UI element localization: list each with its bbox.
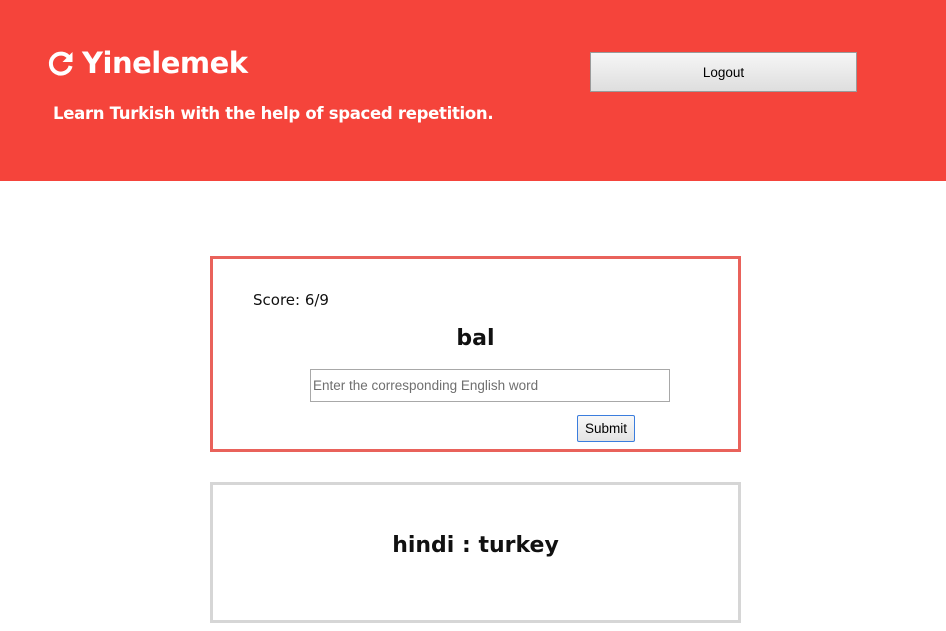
brand: Yinelemek (47, 43, 248, 83)
app-header: Yinelemek Learn Turkish with the help of… (0, 0, 946, 181)
quiz-card: Score: 6/9 bal Submit (210, 256, 741, 452)
turkish-word: bal (456, 326, 495, 351)
tagline: Learn Turkish with the help of spaced re… (53, 104, 494, 123)
logout-button[interactable]: Logout (590, 52, 857, 92)
result-text: hindi : turkey (392, 533, 559, 558)
app-title: Yinelemek (82, 46, 248, 80)
score-text: Score: 6/9 (253, 291, 329, 309)
answer-input[interactable] (310, 369, 670, 402)
result-card: hindi : turkey (210, 482, 741, 623)
submit-button[interactable]: Submit (577, 415, 635, 442)
refresh-icon (47, 49, 75, 77)
